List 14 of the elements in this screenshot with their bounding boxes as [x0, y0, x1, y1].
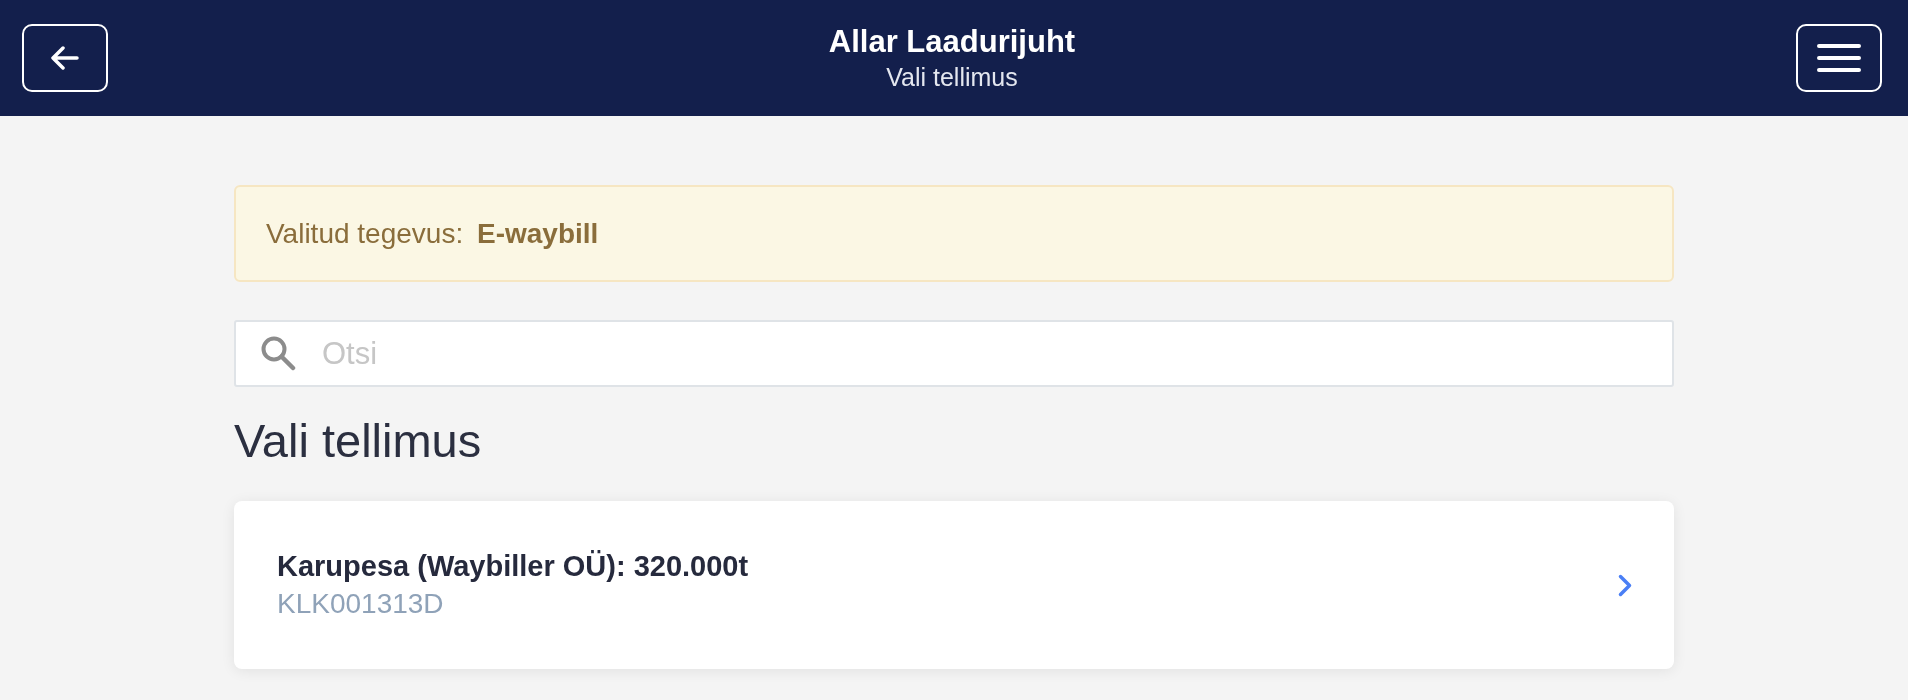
- back-arrow-icon: [51, 46, 79, 70]
- notice-text: Valitud tegevus: E-waybill: [266, 217, 599, 250]
- order-code: KLK001313D: [277, 587, 445, 621]
- header-subtitle: Vali tellimus: [886, 62, 1018, 92]
- search-icon: [260, 335, 296, 371]
- search-field[interactable]: Otsi: [234, 320, 1674, 387]
- header-title: Allar Laadurijuht: [828, 24, 1076, 60]
- menu-button[interactable]: [1796, 24, 1882, 92]
- menu-icon: [1817, 44, 1861, 72]
- section-heading: Vali tellimus: [234, 413, 483, 469]
- order-card[interactable]: Karupesa (Waybiller OÜ): 320.000t KLK001313D: [234, 501, 1674, 669]
- chevron-right-icon: [1618, 573, 1632, 597]
- back-button[interactable]: [22, 24, 108, 92]
- order-title: Karupesa (Waybiller OÜ): 320.000t: [277, 549, 749, 583]
